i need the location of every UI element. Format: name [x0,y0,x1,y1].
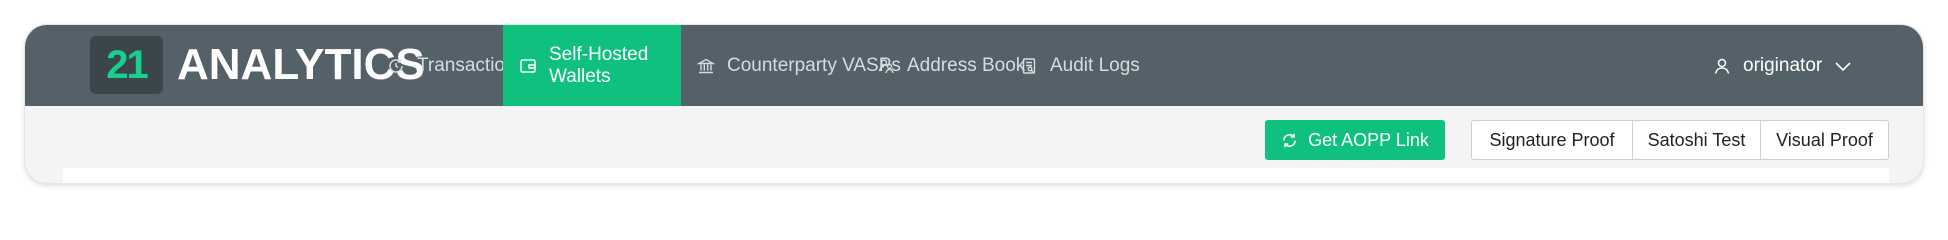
transactions-icon [389,58,403,73]
user-menu[interactable]: originator [1713,25,1852,106]
nav-item-audit-logs[interactable]: Audit Logs [1000,25,1160,106]
signature-proof-button[interactable]: Signature Proof [1472,121,1632,159]
satoshi-test-button[interactable]: Satoshi Test [1632,121,1760,159]
aopp-label: Get AOPP Link [1308,129,1429,150]
app-window: 21 ANALYTICS Transactions Self-Hosted Wa… [25,25,1923,183]
bank-icon [697,58,715,73]
logo-badge: 21 [90,36,163,94]
content-area [63,168,1889,183]
address-book-icon [878,58,894,73]
top-navbar: 21 ANALYTICS Transactions Self-Hosted Wa… [25,25,1923,106]
nav-label: Audit Logs [1050,54,1140,76]
wallet-icon [520,58,536,73]
proof-button-group: Signature Proof Satoshi Test Visual Proo… [1471,120,1889,160]
user-icon [1714,58,1730,74]
refresh-icon [1283,133,1297,147]
nav-item-self-hosted-wallets[interactable]: Self-Hosted Wallets [503,25,681,106]
audit-log-icon [1022,57,1036,74]
nav-label: Self-Hosted Wallets [549,43,649,87]
get-aopp-link-button[interactable]: Get AOPP Link [1265,120,1445,160]
visual-proof-button[interactable]: Visual Proof [1760,121,1888,159]
user-name: originator [1743,54,1823,76]
chevron-down-icon [1835,61,1851,71]
